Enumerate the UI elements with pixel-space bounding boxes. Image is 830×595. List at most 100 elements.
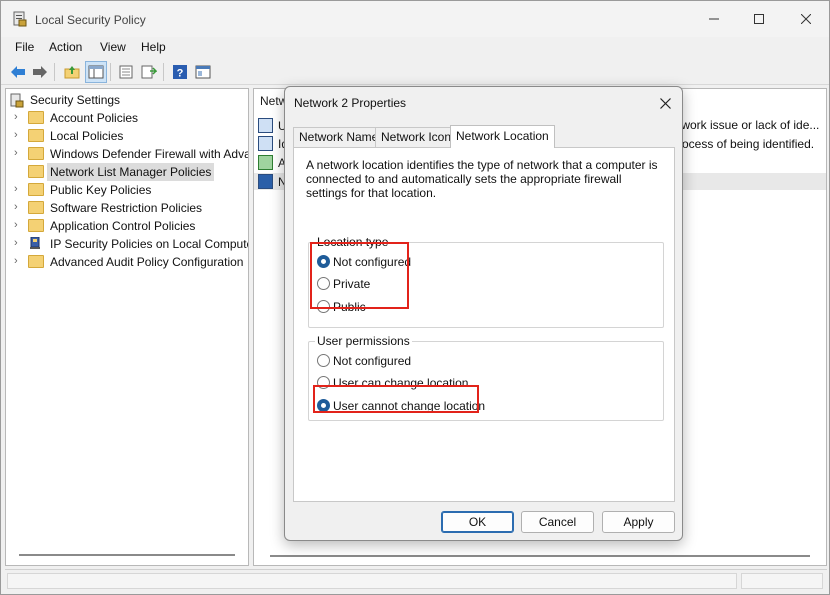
chevron-right-icon[interactable]: › bbox=[14, 129, 18, 141]
console-button[interactable] bbox=[192, 61, 214, 83]
tree-item-label: Public Key Policies bbox=[50, 183, 152, 197]
ip-security-icon bbox=[30, 237, 40, 249]
folder-icon bbox=[28, 165, 44, 178]
tree-root-security-settings[interactable]: Security Settings bbox=[6, 91, 248, 109]
user-permission-highlight bbox=[313, 385, 479, 413]
tree-item-advanced-audit-policy[interactable]: › Advanced Audit Policy Configuration bbox=[6, 253, 248, 271]
folder-icon bbox=[28, 183, 44, 196]
intro-text: A network location identifies the type o… bbox=[306, 158, 658, 200]
cancel-button[interactable]: Cancel bbox=[521, 511, 594, 533]
tree-item-windows-defender-firewall[interactable]: › Windows Defender Firewall with Adva bbox=[6, 145, 249, 163]
toolbar-separator bbox=[163, 63, 164, 81]
radio-label: Not configured bbox=[333, 354, 412, 368]
window-title: Local Security Policy bbox=[35, 13, 146, 27]
security-policy-icon bbox=[13, 11, 27, 27]
forward-button[interactable] bbox=[29, 61, 51, 83]
console-icon bbox=[195, 65, 211, 79]
up-folder-icon bbox=[64, 66, 80, 79]
back-arrow-icon bbox=[11, 66, 25, 78]
toolbar: ? bbox=[1, 59, 829, 85]
forward-arrow-icon bbox=[33, 66, 47, 78]
chevron-right-icon[interactable]: › bbox=[14, 201, 18, 213]
location-type-highlight bbox=[310, 242, 409, 309]
minimize-button[interactable] bbox=[691, 1, 737, 37]
status-bar bbox=[5, 569, 827, 591]
tree-item-network-list-manager-policies[interactable]: Network List Manager Policies bbox=[6, 163, 248, 181]
properties-button[interactable] bbox=[115, 61, 137, 83]
tree-item-label: Account Policies bbox=[50, 111, 139, 125]
network-properties-dialog: Network 2 Properties Network Name Networ… bbox=[284, 86, 683, 541]
network-check-icon bbox=[258, 155, 273, 170]
properties-icon bbox=[119, 65, 133, 79]
status-cell bbox=[7, 573, 737, 589]
tree-root-label: Security Settings bbox=[30, 93, 121, 107]
tree-item-public-key-policies[interactable]: › Public Key Policies bbox=[6, 181, 248, 199]
menu-help[interactable]: Help bbox=[141, 40, 166, 54]
row-description: ocess of being identified. bbox=[682, 137, 815, 151]
tree-item-software-restriction-policies[interactable]: › Software Restriction Policies bbox=[6, 199, 248, 217]
tree-item-label: Network List Manager Policies bbox=[47, 163, 215, 181]
security-settings-icon bbox=[10, 93, 24, 108]
chevron-right-icon[interactable]: › bbox=[14, 147, 18, 159]
tab-network-location[interactable]: Network Location bbox=[450, 125, 555, 148]
ok-button[interactable]: OK bbox=[441, 511, 514, 533]
folder-icon bbox=[28, 147, 44, 160]
tree-item-application-control-policies[interactable]: › Application Control Policies bbox=[6, 217, 248, 235]
chevron-right-icon[interactable]: › bbox=[14, 111, 18, 123]
show-hide-tree-button[interactable] bbox=[85, 61, 107, 83]
tree-item-label: Advanced Audit Policy Configuration bbox=[50, 255, 244, 269]
chevron-right-icon[interactable]: › bbox=[14, 237, 18, 249]
chevron-right-icon[interactable]: › bbox=[14, 183, 18, 195]
minimize-icon bbox=[709, 18, 719, 20]
tree-horizontal-scrollbar[interactable] bbox=[19, 554, 235, 556]
up-one-level-button[interactable] bbox=[61, 61, 83, 83]
menu-file[interactable]: File bbox=[15, 40, 34, 54]
export-list-icon bbox=[141, 65, 157, 79]
title-bar: Local Security Policy bbox=[1, 1, 829, 37]
tab-network-icon[interactable]: Network Icon bbox=[375, 127, 458, 147]
network-icon bbox=[258, 174, 273, 189]
dialog-close-button[interactable] bbox=[653, 92, 677, 114]
folder-lock-icon bbox=[28, 111, 44, 124]
chevron-right-icon[interactable]: › bbox=[14, 255, 18, 267]
export-list-button[interactable] bbox=[138, 61, 160, 83]
dialog-tabs: Network Name Network Icon Network Locati… bbox=[293, 125, 673, 148]
dialog-title: Network 2 Properties bbox=[294, 96, 407, 110]
row-description: twork issue or lack of ide... bbox=[678, 118, 820, 132]
radio-button[interactable] bbox=[317, 354, 330, 367]
tree-item-label: Windows Defender Firewall with Adva bbox=[50, 147, 249, 161]
back-button[interactable] bbox=[7, 61, 29, 83]
tree-item-local-policies[interactable]: › Local Policies bbox=[6, 127, 248, 145]
close-icon bbox=[659, 97, 671, 109]
menu-action[interactable]: Action bbox=[49, 40, 82, 54]
menu-view[interactable]: View bbox=[100, 40, 126, 54]
folder-icon bbox=[28, 219, 44, 232]
help-button[interactable]: ? bbox=[169, 61, 191, 83]
tree-item-label: IP Security Policies on Local Compute bbox=[50, 237, 249, 251]
status-cell bbox=[741, 573, 823, 589]
menu-bar: File Action View Help bbox=[1, 37, 829, 57]
help-icon: ? bbox=[173, 65, 187, 80]
close-icon bbox=[801, 14, 811, 24]
user-permissions-label: User permissions bbox=[315, 334, 412, 348]
folder-icon bbox=[28, 255, 44, 268]
show-hide-tree-icon bbox=[88, 65, 104, 79]
network-location-panel: A network location identifies the type o… bbox=[293, 147, 675, 502]
details-horizontal-scrollbar[interactable] bbox=[270, 555, 810, 557]
folder-icon bbox=[28, 201, 44, 214]
tab-network-name[interactable]: Network Name bbox=[293, 127, 385, 147]
network-icon bbox=[258, 118, 273, 133]
maximize-button[interactable] bbox=[736, 1, 782, 37]
tree-item-account-policies[interactable]: › Account Policies bbox=[6, 109, 248, 127]
network-icon bbox=[258, 136, 273, 151]
chevron-right-icon[interactable]: › bbox=[14, 219, 18, 231]
tree-item-label: Application Control Policies bbox=[50, 219, 196, 233]
tree-item-ip-security-policies[interactable]: › IP Security Policies on Local Compute bbox=[6, 235, 249, 253]
svg-text:?: ? bbox=[177, 68, 184, 80]
apply-button[interactable]: Apply bbox=[602, 511, 675, 533]
console-tree: Security Settings › Account Policies › L… bbox=[5, 88, 249, 566]
toolbar-separator bbox=[54, 63, 55, 81]
close-button[interactable] bbox=[783, 1, 829, 37]
folder-lock-icon bbox=[28, 129, 44, 142]
tree-item-label: Software Restriction Policies bbox=[50, 201, 203, 215]
